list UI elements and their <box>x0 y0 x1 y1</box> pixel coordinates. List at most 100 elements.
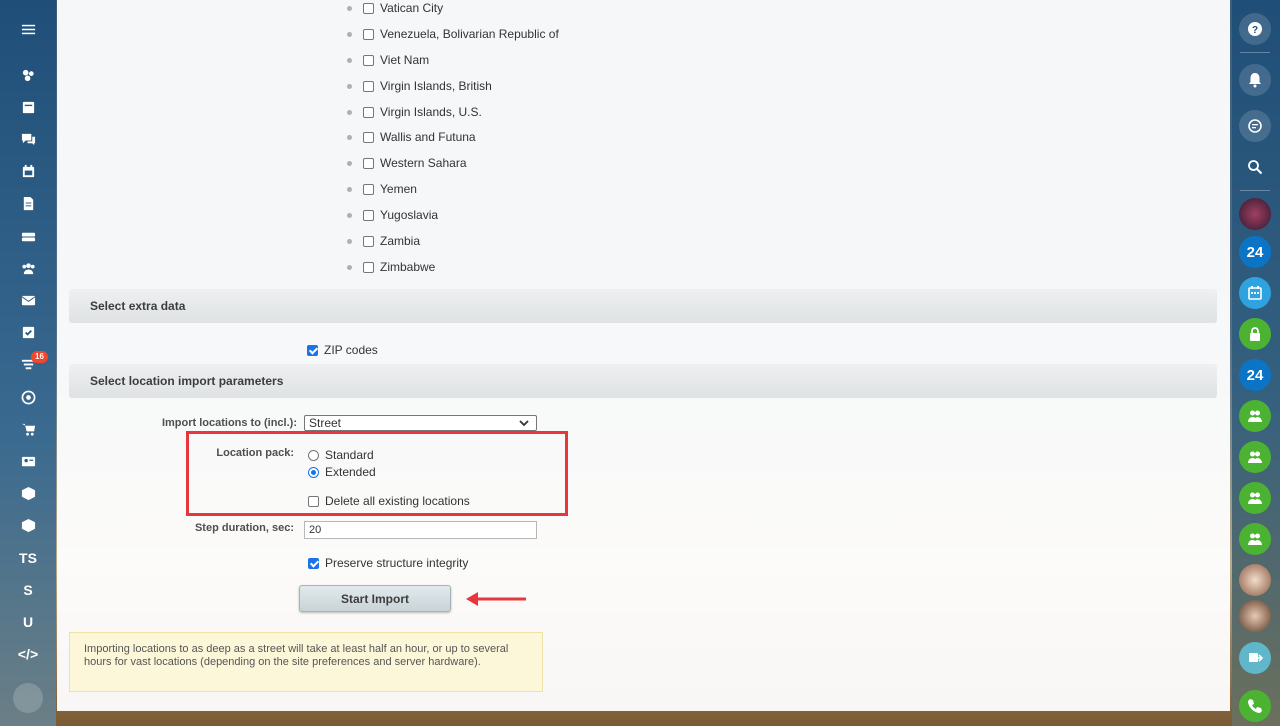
workgroups-icon[interactable] <box>10 61 46 89</box>
box-icon[interactable] <box>10 479 46 507</box>
delete-existing-option[interactable]: Delete all existing locations <box>308 494 470 508</box>
list-item: Virgin Islands, U.S. <box>347 105 482 119</box>
list-item: Zimbabwe <box>347 260 435 274</box>
country-checkbox[interactable] <box>363 235 374 247</box>
bullet <box>347 212 352 218</box>
country-checkbox[interactable] <box>363 261 374 273</box>
import-level-select[interactable]: Street <box>304 415 537 431</box>
group-icon[interactable] <box>1239 482 1271 514</box>
calendar-icon[interactable] <box>1239 277 1271 309</box>
country-checkbox[interactable] <box>363 209 374 221</box>
feed-icon[interactable] <box>10 93 46 121</box>
country-label: Venezuela, Bolivarian Republic of <box>380 27 559 41</box>
list-item: Viet Nam <box>347 53 429 67</box>
country-checkbox[interactable] <box>363 131 374 143</box>
bullet <box>347 264 352 270</box>
collapse-icon[interactable] <box>13 683 43 713</box>
bullet <box>347 186 352 192</box>
delete-existing-checkbox[interactable] <box>308 495 319 507</box>
target-icon[interactable] <box>10 383 46 411</box>
document-icon[interactable] <box>10 189 46 217</box>
bullet <box>347 83 352 89</box>
svg-text:?: ? <box>1252 25 1258 36</box>
group-icon[interactable] <box>1239 441 1271 473</box>
country-checkbox[interactable] <box>363 54 374 66</box>
radio-extended[interactable] <box>308 466 319 478</box>
import-note: Importing locations to as deep as a stre… <box>69 632 543 692</box>
country-label: Zambia <box>380 234 421 248</box>
list-item: Western Sahara <box>347 156 467 170</box>
left-sidebar: 16 TS S U </> <box>0 0 56 726</box>
section-header-extra-data: Select extra data <box>69 289 1217 323</box>
bullet <box>347 134 352 140</box>
avatar[interactable] <box>1239 198 1271 230</box>
bullet <box>347 5 352 11</box>
sidebar-item-u[interactable]: U <box>10 608 46 636</box>
bullet <box>347 109 352 115</box>
bell-icon[interactable] <box>1239 64 1271 96</box>
zip-codes-option[interactable]: ZIP codes <box>307 343 378 357</box>
avatar[interactable] <box>1239 600 1271 632</box>
list-item: Vatican City <box>347 1 443 15</box>
list-item: Wallis and Futuna <box>347 130 476 144</box>
country-label: Virgin Islands, British <box>380 79 492 93</box>
delete-existing-label: Delete all existing locations <box>325 494 470 508</box>
contact-card-icon[interactable] <box>10 447 46 475</box>
radio-standard[interactable] <box>308 449 319 461</box>
zip-codes-checkbox[interactable] <box>307 344 318 356</box>
search-icon[interactable] <box>1239 151 1271 183</box>
country-checkbox[interactable] <box>363 157 374 169</box>
tasks-icon[interactable] <box>10 318 46 346</box>
import-to-label: Import locations to (incl.): <box>161 417 297 429</box>
share-icon[interactable] <box>1239 642 1271 674</box>
bullet <box>347 57 352 63</box>
phone-icon[interactable] <box>1239 690 1271 722</box>
main-content: Vatican City Venezuela, Bolivarian Repub… <box>57 0 1230 711</box>
country-checkbox[interactable] <box>363 80 374 92</box>
drive-icon[interactable] <box>10 222 46 250</box>
code-icon[interactable]: </> <box>10 640 46 668</box>
avatar-group[interactable] <box>1239 564 1271 596</box>
help-icon[interactable]: ? <box>1239 13 1271 45</box>
country-label: Viet Nam <box>380 53 430 67</box>
chat-search-icon[interactable] <box>1239 110 1271 142</box>
country-label: Western Sahara <box>380 156 467 170</box>
bullet <box>347 238 352 244</box>
mail-icon[interactable] <box>10 286 46 314</box>
pack-option-label: Extended <box>325 465 376 479</box>
country-checkbox[interactable] <box>363 106 374 118</box>
contacts-icon[interactable] <box>10 254 46 282</box>
step-duration-input[interactable]: 20 <box>304 521 537 539</box>
bitrix24-icon[interactable]: 24 <box>1239 359 1271 391</box>
calendar-icon[interactable] <box>10 157 46 185</box>
chevron-down-icon <box>519 420 529 427</box>
list-item: Yugoslavia <box>347 208 438 222</box>
pack-option-extended[interactable]: Extended <box>308 465 376 479</box>
notification-badge: 16 <box>31 351 48 363</box>
list-item: Virgin Islands, British <box>347 79 492 93</box>
country-checkbox[interactable] <box>363 183 374 195</box>
menu-icon[interactable] <box>10 15 46 43</box>
lock-icon[interactable] <box>1239 318 1271 350</box>
location-pack-label: Location pack: <box>216 447 294 459</box>
preserve-integrity-checkbox[interactable] <box>308 557 319 569</box>
country-checkbox[interactable] <box>363 2 374 14</box>
sidebar-item-ts[interactable]: TS <box>10 544 46 572</box>
start-import-button[interactable]: Start Import <box>299 585 451 612</box>
section-header-import-params: Select location import parameters <box>69 364 1217 398</box>
group-icon[interactable] <box>1239 400 1271 432</box>
step-duration-label: Step duration, sec: <box>194 522 294 534</box>
sidebar-item-s[interactable]: S <box>10 576 46 604</box>
import-level-value: Street <box>309 416 342 430</box>
country-label: Yemen <box>380 182 417 196</box>
preserve-integrity-option[interactable]: Preserve structure integrity <box>308 556 468 570</box>
pack-option-standard[interactable]: Standard <box>308 448 374 462</box>
group-icon[interactable] <box>1239 523 1271 555</box>
country-checkbox[interactable] <box>363 28 374 40</box>
chat-icon[interactable] <box>10 125 46 153</box>
list-item: Zambia <box>347 234 420 248</box>
cube-icon[interactable] <box>10 511 46 539</box>
zip-codes-label: ZIP codes <box>324 343 378 357</box>
cart-icon[interactable] <box>10 415 46 443</box>
bitrix24-icon[interactable]: 24 <box>1239 236 1271 268</box>
